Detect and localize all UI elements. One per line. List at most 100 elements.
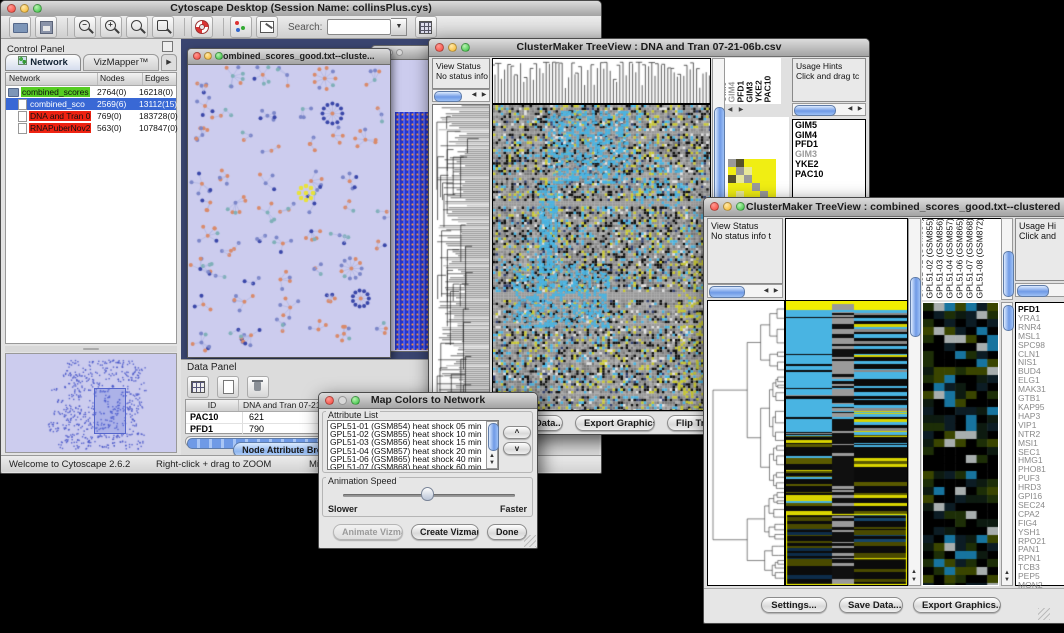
attribute-list-vscrollbar[interactable]: ▲ ▼ <box>486 421 498 469</box>
tv2-export-graphics-button[interactable]: Export Graphics... <box>913 597 1001 613</box>
open-session-icon[interactable] <box>9 16 31 38</box>
zoom-window-icon[interactable] <box>351 396 360 405</box>
speed-slider-thumb[interactable] <box>421 487 434 501</box>
gene-label[interactable]: VIP1 <box>1016 421 1064 430</box>
gene-label[interactable]: MSL1 <box>1016 332 1064 341</box>
close-icon[interactable] <box>710 202 719 211</box>
gene-label[interactable]: SEC24 <box>1016 501 1064 510</box>
gene-label[interactable]: GPI16 <box>1016 492 1064 501</box>
attribute-table-icon[interactable] <box>415 16 437 38</box>
zoom-out-icon[interactable]: − <box>74 16 96 38</box>
new-attribute-icon[interactable] <box>217 376 239 398</box>
tab-vizmapper[interactable]: VizMapper™ <box>83 54 159 71</box>
tv2-status-hscrollbar[interactable]: ◀ ▶ <box>707 284 783 298</box>
minimize-icon[interactable] <box>338 396 347 405</box>
attribute-list-item[interactable]: GPL51-07 (GSM868) heat shock 60 min <box>328 463 498 470</box>
tv2-hints-hscrollbar[interactable] <box>1015 283 1064 297</box>
tv2-gene-list[interactable]: PFD1YRA1RNR4MSL1SPC98CLN1NIS1BUD4ELG1MAK… <box>1015 302 1064 586</box>
create-vizmap-button[interactable]: Create Vizmap <box>411 524 479 540</box>
close-icon[interactable] <box>193 52 201 60</box>
tv1-label-scroll-left[interactable]: ◀ <box>725 107 735 114</box>
network-table-row[interactable]: DNA and Tran 07769(0)183728(0) <box>6 110 176 122</box>
gene-label[interactable]: HAP3 <box>1016 412 1064 421</box>
zoom-window-icon[interactable] <box>215 52 223 60</box>
gene-label[interactable]: PHO81 <box>1016 465 1064 474</box>
tv2-gene-vscrollbar[interactable]: ▲ ▼ <box>1001 302 1013 586</box>
network-table-row[interactable]: combined_sco2569(6)13112(15) <box>6 98 176 110</box>
zoom-selected-icon[interactable] <box>152 16 174 38</box>
gene-label[interactable]: CPA2 <box>1016 510 1064 519</box>
tv1-export-graphics-button[interactable]: Export Graphics... <box>575 415 655 431</box>
tv2-label-vscrollbar[interactable] <box>1001 218 1013 300</box>
tv2-row-dendrogram[interactable] <box>707 300 785 586</box>
zoom-window-icon[interactable] <box>396 49 403 56</box>
zoom-window-icon[interactable] <box>736 202 745 211</box>
vizmapper-shortcut-icon[interactable] <box>230 16 252 38</box>
network-table-row[interactable]: combined_scores2764(0)16218(0) <box>6 86 176 98</box>
gene-label[interactable]: BUD4 <box>1016 367 1064 376</box>
gene-label[interactable]: PAC10 <box>793 170 865 180</box>
gene-label[interactable]: PFD1 <box>1016 305 1064 314</box>
tv1-column-dendrogram[interactable] <box>492 58 711 104</box>
zoom-window-icon[interactable] <box>33 4 42 13</box>
attribute-list[interactable]: GPL51-01 (GSM854) heat shock 05 minGPL51… <box>327 420 499 470</box>
tv2-heatmap[interactable] <box>785 300 908 586</box>
gene-label[interactable]: PUF3 <box>1016 474 1064 483</box>
tv2-column-dendrogram[interactable] <box>785 218 908 300</box>
float-panel-icon[interactable] <box>162 41 173 52</box>
network-canvas[interactable] <box>188 65 390 358</box>
minimize-icon[interactable] <box>448 43 457 52</box>
tv1-heatmap[interactable] <box>492 104 711 411</box>
gene-label[interactable]: SPC98 <box>1016 341 1064 350</box>
minimize-icon[interactable] <box>204 52 212 60</box>
gene-label[interactable]: MSI1 <box>1016 439 1064 448</box>
dialog-title-bar[interactable]: Map Colors to Network <box>319 393 537 409</box>
help-lifering-icon[interactable] <box>191 16 213 38</box>
network-window-title-bar[interactable]: combined_scores_good.txt--cluste... <box>188 49 390 65</box>
zoom-in-icon[interactable]: + <box>100 16 122 38</box>
zoom-fit-icon[interactable] <box>126 16 148 38</box>
gene-label[interactable]: PFD1 <box>793 140 865 150</box>
move-attribute-down-button[interactable]: v <box>503 442 531 455</box>
gene-label[interactable]: GTB1 <box>1016 394 1064 403</box>
gene-label[interactable]: YKE2 <box>793 160 865 170</box>
gene-label[interactable]: FIG4 <box>1016 519 1064 528</box>
birdseye-viewport-rect[interactable] <box>94 388 126 434</box>
gene-label[interactable]: NIS1 <box>1016 358 1064 367</box>
tab-overflow-button[interactable]: ▶ <box>161 54 177 71</box>
column-label[interactable]: PAC10 <box>764 75 774 102</box>
gene-label[interactable]: ELG1 <box>1016 376 1064 385</box>
panel-splitter[interactable] <box>5 346 177 352</box>
gene-label[interactable]: HRD3 <box>1016 483 1064 492</box>
tv1-row-dendrogram[interactable] <box>432 104 490 411</box>
tv2-settings-button[interactable]: Settings... <box>761 597 827 613</box>
tv2-title-bar[interactable]: ClusterMaker TreeView : combined_scores_… <box>704 198 1064 217</box>
minimize-icon[interactable] <box>723 202 732 211</box>
tv1-label-scroll-right[interactable]: ▶ <box>736 107 746 114</box>
network-table-header[interactable]: Network Nodes Edges <box>6 73 176 86</box>
gene-label[interactable]: PAN1 <box>1016 545 1064 554</box>
zoom-window-icon[interactable] <box>461 43 470 52</box>
gene-label[interactable]: CLN1 <box>1016 350 1064 359</box>
dialog-resize-grip[interactable] <box>524 535 536 547</box>
gene-label[interactable]: YRA1 <box>1016 314 1064 323</box>
gene-label[interactable]: NTR2 <box>1016 430 1064 439</box>
delete-attribute-icon[interactable] <box>247 376 269 398</box>
gene-label[interactable]: HMG1 <box>1016 456 1064 465</box>
tv1-title-bar[interactable]: ClusterMaker TreeView : DNA and Tran 07-… <box>429 39 869 57</box>
select-attributes-icon[interactable] <box>187 376 209 398</box>
search-input[interactable] <box>327 19 391 35</box>
column-label[interactable]: GPL51-08 (GSM872) <box>976 218 986 298</box>
minimize-icon[interactable] <box>20 4 29 13</box>
close-icon[interactable] <box>7 4 16 13</box>
main-title-bar[interactable]: Cytoscape Desktop (Session Name: collins… <box>1 1 601 17</box>
tv2-vscrollbar[interactable]: ▲ ▼ <box>908 218 921 586</box>
gene-label[interactable]: GIM5 <box>793 121 865 131</box>
annotation-icon[interactable] <box>256 16 278 38</box>
gene-label[interactable]: KAP95 <box>1016 403 1064 412</box>
close-icon[interactable] <box>325 396 334 405</box>
tv2-resize-grip[interactable] <box>1038 608 1050 620</box>
gene-label[interactable]: YSH1 <box>1016 528 1064 537</box>
birdseye-view[interactable] <box>5 353 177 453</box>
gene-label[interactable]: RPO21 <box>1016 537 1064 546</box>
